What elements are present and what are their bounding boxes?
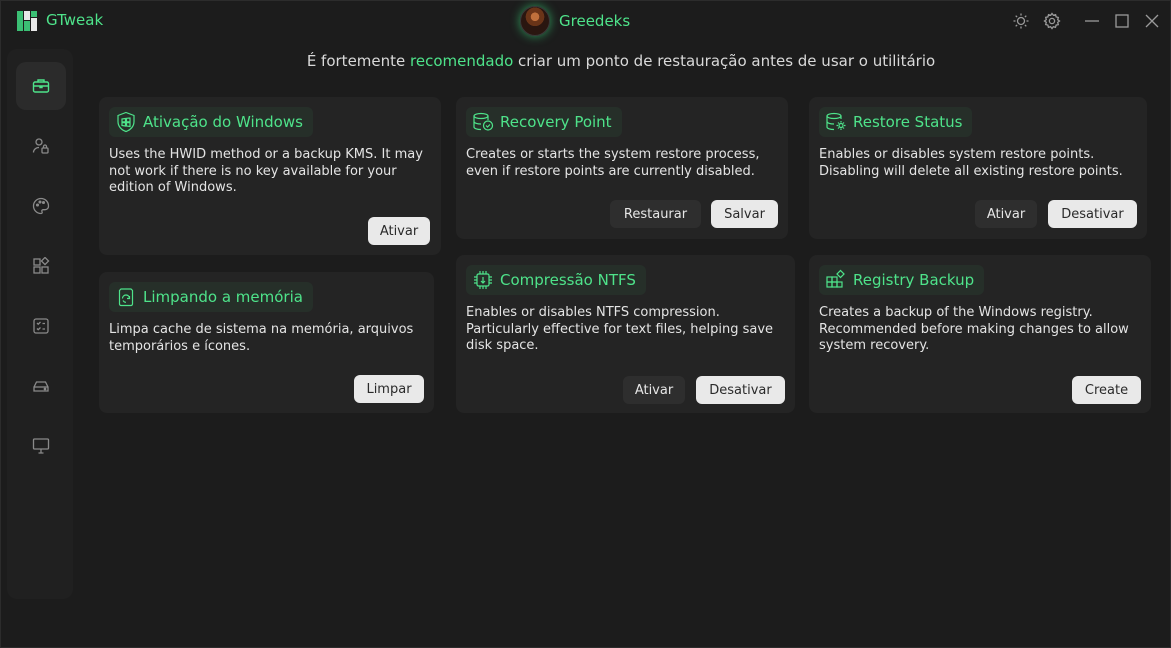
- desc-line: Disabling will delete all existing resto…: [819, 163, 1123, 179]
- desc-line: even if restore points are currently dis…: [466, 163, 755, 179]
- card-header: Ativação do Windows: [109, 107, 313, 137]
- drive-icon: [33, 381, 49, 392]
- database-restore-icon: [473, 112, 494, 131]
- headline-prefix: É fortemente: [306, 52, 411, 70]
- card-header: Restore Status: [819, 107, 973, 137]
- title-bar: GTweak Greedeks: [1, 1, 1171, 41]
- desc-line: temporários e ícones.: [109, 338, 251, 354]
- save-restore-point-button[interactable]: Salvar: [711, 200, 778, 228]
- palette-icon: [32, 197, 50, 215]
- database-settings-icon: [826, 112, 846, 131]
- registry-icon: [826, 269, 845, 288]
- desc-line: edition of Windows.: [109, 180, 237, 195]
- card-description: Enables or disables NTFS compression. Pa…: [466, 305, 773, 355]
- card-restore-status: Restore Status Enables or disables syste…: [809, 97, 1147, 239]
- sidebar-item-info[interactable]: [16, 422, 66, 470]
- card-header: Recovery Point: [466, 107, 622, 137]
- chip-compress-icon: [474, 271, 492, 289]
- card-description: Limpa cache de sistema na memória, arqui…: [109, 322, 413, 355]
- desc-line: Particularly effective for text files, h…: [466, 321, 774, 337]
- card-registry-backup: Registry Backup Creates a backup of the …: [809, 255, 1151, 413]
- user-profile[interactable]: Greedeks: [520, 5, 630, 37]
- activate-windows-button[interactable]: Ativar: [368, 217, 430, 245]
- card-header: Limpando a memória: [109, 282, 313, 312]
- maximize-icon[interactable]: [1113, 12, 1131, 30]
- sidebar: [7, 49, 73, 599]
- disable-restore-button[interactable]: Desativar: [1048, 200, 1137, 228]
- card-recovery-point: Recovery Point Creates or starts the sys…: [456, 97, 788, 239]
- checklist-icon: [33, 318, 49, 334]
- card-title: Recovery Point: [500, 113, 612, 131]
- card-title: Ativação do Windows: [143, 113, 303, 131]
- app-title: GTweak: [46, 11, 104, 29]
- headline-suffix: criar um ponto de restauração antes de u…: [513, 52, 936, 70]
- sidebar-item-services[interactable]: [16, 302, 66, 350]
- desc-line: Enables or disables system restore point…: [819, 147, 1095, 162]
- restore-recommendation-headline: É fortemente recomendado criar um ponto …: [91, 52, 1151, 70]
- card-description: Enables or disables system restore point…: [819, 147, 1123, 180]
- desc-line: Recommended before making changes to all…: [819, 321, 1129, 337]
- card-description: Creates a backup of the Windows registry…: [819, 305, 1129, 355]
- desc-line: not work if there is no key available fo…: [109, 163, 397, 179]
- apps-icon: [33, 257, 50, 274]
- minimize-icon[interactable]: [1083, 12, 1101, 30]
- headline-highlight: recomendado: [410, 52, 514, 70]
- card-description: Creates or starts the system restore pro…: [466, 147, 759, 180]
- card-header: Compressão NTFS: [466, 265, 646, 295]
- enable-restore-button[interactable]: Ativar: [975, 200, 1037, 228]
- create-registry-backup-button[interactable]: Create: [1072, 376, 1141, 404]
- user-name: Greedeks: [559, 12, 631, 30]
- trash-cleanup-icon: [118, 288, 134, 307]
- clean-memory-button[interactable]: Limpar: [354, 375, 424, 403]
- card-description: Uses the HWID method or a backup KMS. It…: [109, 147, 423, 197]
- avatar[interactable]: [520, 6, 550, 36]
- card-header: Registry Backup: [819, 265, 985, 295]
- desc-line: Creates a backup of the Windows registry…: [819, 305, 1093, 320]
- card-title: Registry Backup: [853, 271, 975, 289]
- desc-line: Creates or starts the system restore pro…: [466, 147, 760, 162]
- card-windows-activation: Ativação do Windows Uses the HWID method…: [99, 97, 441, 255]
- desc-line: Enables or disables NTFS compression.: [466, 305, 720, 320]
- card-title: Restore Status: [853, 113, 963, 131]
- card-memory-cleanup: Limpando a memória Limpa cache de sistem…: [99, 272, 434, 413]
- sidebar-item-privacy[interactable]: [16, 122, 66, 170]
- card-ntfs-compression: Compressão NTFS Enables or disables NTFS…: [456, 255, 795, 413]
- desc-line: Limpa cache de sistema na memória, arqui…: [109, 322, 414, 337]
- card-title: Compressão NTFS: [500, 271, 636, 289]
- settings-gear-icon[interactable]: [1043, 12, 1061, 30]
- sidebar-item-apps[interactable]: [16, 242, 66, 290]
- card-title: Limpando a memória: [143, 288, 303, 306]
- app-logo-icon: [17, 11, 37, 31]
- theme-toggle-icon[interactable]: [1012, 12, 1030, 30]
- enable-ntfs-compression-button[interactable]: Ativar: [623, 376, 685, 404]
- user-lock-icon: [32, 138, 49, 154]
- close-icon[interactable]: [1143, 12, 1161, 30]
- app-window: GTweak Greedeks É fortemente recomendado…: [0, 0, 1171, 648]
- sidebar-item-interface[interactable]: [16, 182, 66, 230]
- shield-windows-icon: [117, 111, 135, 133]
- sidebar-item-system[interactable]: [16, 362, 66, 410]
- restore-button[interactable]: Restaurar: [610, 200, 701, 228]
- desc-line: system recovery.: [819, 338, 930, 353]
- monitor-icon: [32, 438, 50, 454]
- briefcase-icon: [32, 79, 50, 93]
- sidebar-item-tweaks[interactable]: [16, 62, 66, 110]
- disable-ntfs-compression-button[interactable]: Desativar: [696, 376, 785, 404]
- desc-line: Uses the HWID method or a backup KMS. It…: [109, 147, 423, 162]
- desc-line: disk space.: [466, 338, 539, 353]
